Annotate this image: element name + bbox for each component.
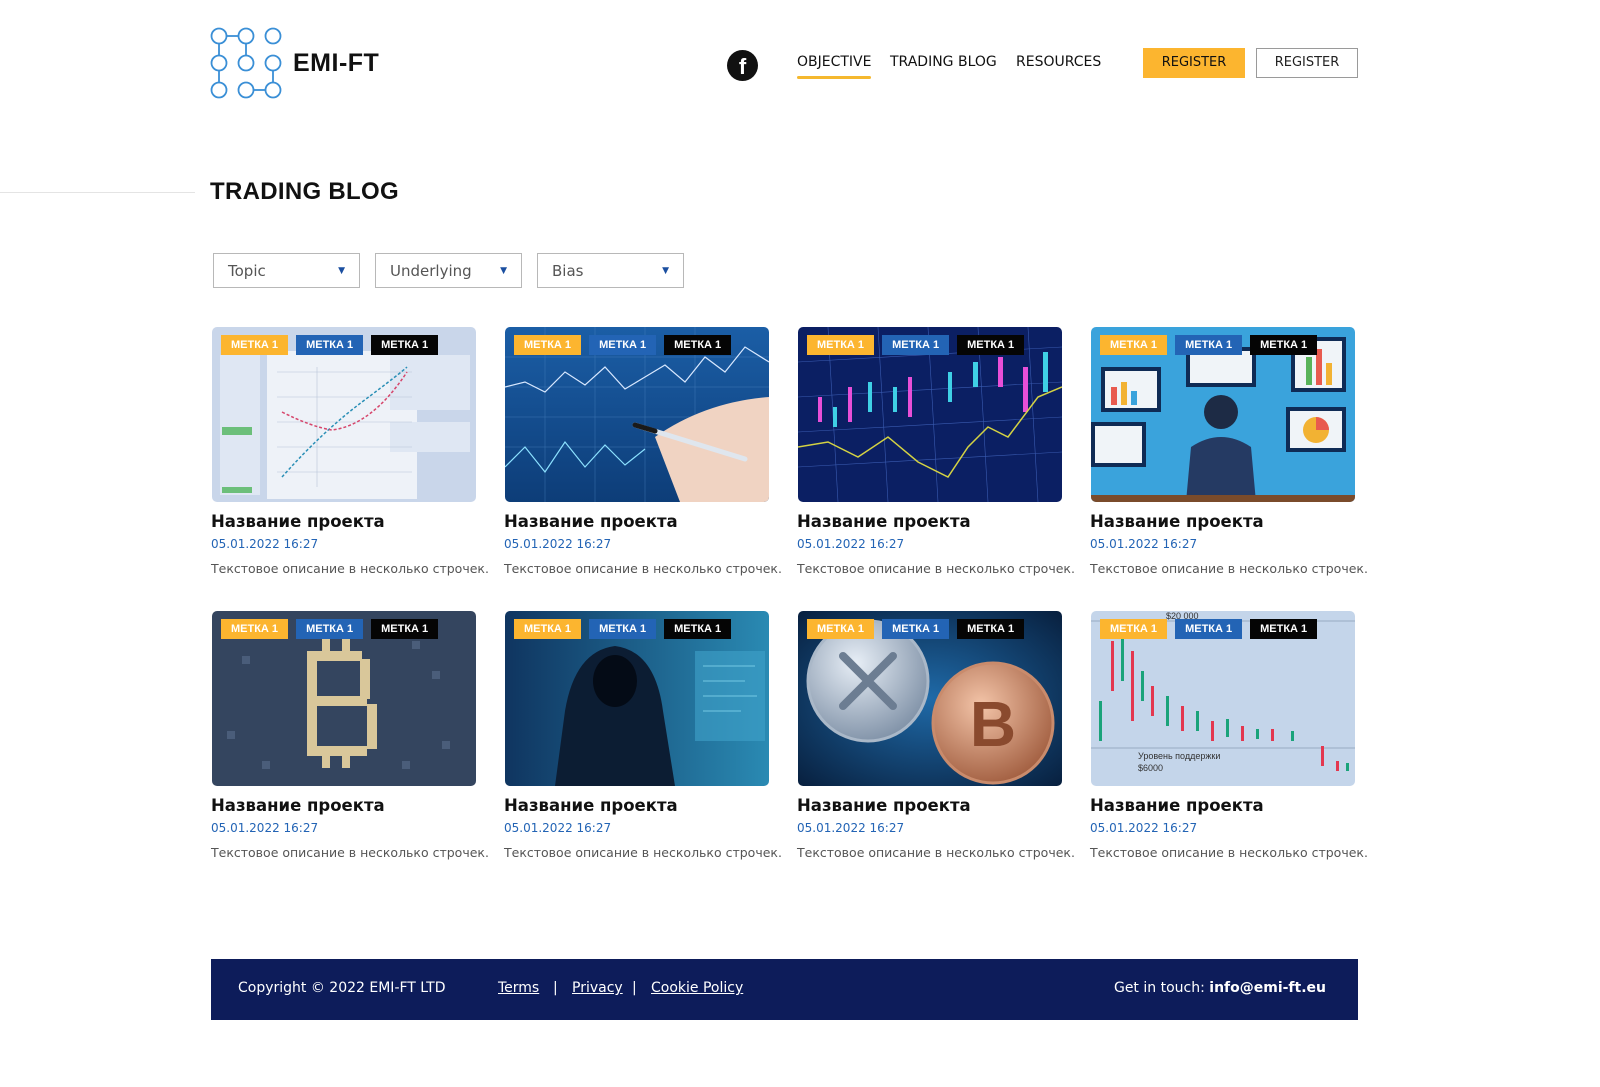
tag-yellow[interactable]: МЕТКА 1 (807, 619, 875, 639)
card-date: 05.01.2022 16:27 (504, 537, 612, 551)
blog-card[interactable]: МЕТКА 1 МЕТКА 1 МЕТКА 1 Название проекта… (504, 611, 782, 871)
tag-blue[interactable]: МЕТКА 1 (589, 335, 657, 355)
card-image-profit-loss-chart[interactable]: МЕТКА 1 МЕТКА 1 МЕТКА 1 (212, 327, 476, 502)
tag-black[interactable]: МЕТКА 1 (957, 335, 1025, 355)
footer-separator: | (553, 980, 558, 996)
footer-separator: | (632, 980, 637, 996)
card-title[interactable]: Название проекта (1090, 796, 1264, 815)
card-description: Текстовое описание в несколько строчек. (504, 561, 782, 576)
footer-contact-label: Get in touch: (1113, 980, 1205, 996)
card-description: Текстовое описание в несколько строчек. (797, 845, 1075, 860)
tag-yellow[interactable]: МЕТКА 1 (514, 335, 582, 355)
filter-bias-label: Bias (552, 262, 584, 280)
card-description: Текстовое описание в несколько строчек. (1090, 845, 1368, 860)
footer-contact: Get in touch: info@emi-ft.eu (1114, 980, 1326, 996)
tag-blue[interactable]: МЕТКА 1 (589, 619, 657, 639)
facebook-icon[interactable]: f (727, 50, 758, 81)
caret-down-icon: ▼ (662, 266, 669, 276)
tag-blue[interactable]: МЕТКА 1 (882, 335, 950, 355)
card-date: 05.01.2022 16:27 (797, 821, 905, 835)
filter-bias[interactable]: Bias ▼ (537, 253, 684, 288)
filter-underlying[interactable]: Underlying ▼ (375, 253, 522, 288)
card-image-analyst-monitors[interactable]: МЕТКА 1 МЕТКА 1 МЕТКА 1 (1091, 327, 1355, 502)
footer-copyright: Copyright © 2022 EMI-FT LTD (238, 980, 446, 996)
chart-support-label: Уровень поддержки (1138, 751, 1220, 761)
title-divider (0, 192, 195, 193)
card-title[interactable]: Название проекта (797, 512, 971, 531)
card-date: 05.01.2022 16:27 (1090, 821, 1198, 835)
card-image-crypto-coins[interactable]: B МЕТКА 1 МЕТКА 1 МЕТКА 1 (798, 611, 1062, 786)
card-image-bitcoin-circuit[interactable]: МЕТКА 1 МЕТКА 1 МЕТКА 1 (212, 611, 476, 786)
tag-blue[interactable]: МЕТКА 1 (1175, 619, 1243, 639)
blog-card[interactable]: B МЕТКА 1 МЕТКА 1 МЕТКА 1 Название проек… (797, 611, 1075, 871)
register-button-secondary[interactable]: REGISTER (1256, 48, 1358, 78)
tag-black[interactable]: МЕТКА 1 (371, 619, 439, 639)
card-title[interactable]: Название проекта (504, 512, 678, 531)
filter-underlying-label: Underlying (390, 262, 472, 280)
logo-mark-icon (210, 27, 282, 99)
card-title[interactable]: Название проекта (797, 796, 971, 815)
footer-contact-email[interactable]: info@emi-ft.eu (1209, 980, 1326, 996)
blog-card[interactable]: МЕТКА 1 МЕТКА 1 МЕТКА 1 Название проекта… (1090, 327, 1368, 587)
footer-link-privacy[interactable]: Privacy (572, 980, 623, 996)
logo-text: EMI-FT (293, 49, 380, 77)
card-title[interactable]: Название проекта (504, 796, 678, 815)
card-description: Текстовое описание в несколько строчек. (1090, 561, 1368, 576)
card-description: Текстовое описание в несколько строчек. (504, 845, 782, 860)
tag-black[interactable]: МЕТКА 1 (957, 619, 1025, 639)
tag-black[interactable]: МЕТКА 1 (1250, 335, 1318, 355)
blog-card[interactable]: $20 000 Уровень поддержки $6000 МЕТКА 1 … (1090, 611, 1368, 871)
card-image-candlestick-board[interactable]: МЕТКА 1 МЕТКА 1 МЕТКА 1 (798, 327, 1062, 502)
nav-objective[interactable]: OBJECTIVE (797, 54, 872, 79)
tag-black[interactable]: МЕТКА 1 (1250, 619, 1318, 639)
filter-topic-label: Topic (228, 262, 266, 280)
card-description: Текстовое описание в несколько строчек. (211, 561, 489, 576)
blog-card[interactable]: МЕТКА 1 МЕТКА 1 МЕТКА 1 Название проекта… (797, 327, 1075, 587)
card-title[interactable]: Название проекта (211, 796, 385, 815)
nav-resources[interactable]: RESOURCES (1016, 54, 1101, 70)
card-date: 05.01.2022 16:27 (797, 537, 905, 551)
card-title[interactable]: Название проекта (1090, 512, 1264, 531)
tag-yellow[interactable]: МЕТКА 1 (1100, 619, 1168, 639)
tag-blue[interactable]: МЕТКА 1 (1175, 335, 1243, 355)
footer: Copyright © 2022 EMI-FT LTD Terms | Priv… (211, 959, 1358, 1020)
caret-down-icon: ▼ (500, 266, 507, 276)
tag-yellow[interactable]: МЕТКА 1 (514, 619, 582, 639)
tag-blue[interactable]: МЕТКА 1 (882, 619, 950, 639)
footer-link-terms[interactable]: Terms (498, 980, 539, 996)
tag-yellow[interactable]: МЕТКА 1 (1100, 335, 1168, 355)
card-date: 05.01.2022 16:27 (504, 821, 612, 835)
tag-blue[interactable]: МЕТКА 1 (296, 335, 364, 355)
card-title[interactable]: Название проекта (211, 512, 385, 531)
tag-black[interactable]: МЕТКА 1 (664, 335, 732, 355)
tag-black[interactable]: МЕТКА 1 (371, 335, 439, 355)
card-image-hooded-hacker[interactable]: МЕТКА 1 МЕТКА 1 МЕТКА 1 (505, 611, 769, 786)
blog-card[interactable]: МЕТКА 1 МЕТКА 1 МЕТКА 1 Название проекта… (504, 327, 782, 587)
register-button-primary[interactable]: REGISTER (1143, 48, 1245, 78)
tag-black[interactable]: МЕТКА 1 (664, 619, 732, 639)
chart-support-price: $6000 (1138, 763, 1163, 773)
tag-yellow[interactable]: МЕТКА 1 (221, 619, 289, 639)
blog-card[interactable]: МЕТКА 1 МЕТКА 1 МЕТКА 1 Название проекта… (211, 327, 489, 587)
blog-card[interactable]: МЕТКА 1 МЕТКА 1 МЕТКА 1 Название проекта… (211, 611, 489, 871)
card-image-btc-price-chart[interactable]: $20 000 Уровень поддержки $6000 МЕТКА 1 … (1091, 611, 1355, 786)
card-date: 05.01.2022 16:27 (211, 537, 319, 551)
tag-yellow[interactable]: МЕТКА 1 (221, 335, 289, 355)
card-description: Текстовое описание в несколько строчек. (797, 561, 1075, 576)
svg-text:B: B (970, 688, 1016, 760)
card-description: Текстовое описание в несколько строчек. (211, 845, 489, 860)
card-date: 05.01.2022 16:27 (1090, 537, 1198, 551)
nav-trading-blog[interactable]: TRADING BLOG (890, 54, 997, 70)
page-title: TRADING BLOG (210, 178, 399, 205)
logo[interactable]: EMI-FT (210, 27, 390, 102)
tag-blue[interactable]: МЕТКА 1 (296, 619, 364, 639)
card-image-hand-pen-chart[interactable]: МЕТКА 1 МЕТКА 1 МЕТКА 1 (505, 327, 769, 502)
card-date: 05.01.2022 16:27 (211, 821, 319, 835)
footer-link-cookie-policy[interactable]: Cookie Policy (651, 980, 743, 996)
tag-yellow[interactable]: МЕТКА 1 (807, 335, 875, 355)
filter-topic[interactable]: Topic ▼ (213, 253, 360, 288)
caret-down-icon: ▼ (338, 266, 345, 276)
